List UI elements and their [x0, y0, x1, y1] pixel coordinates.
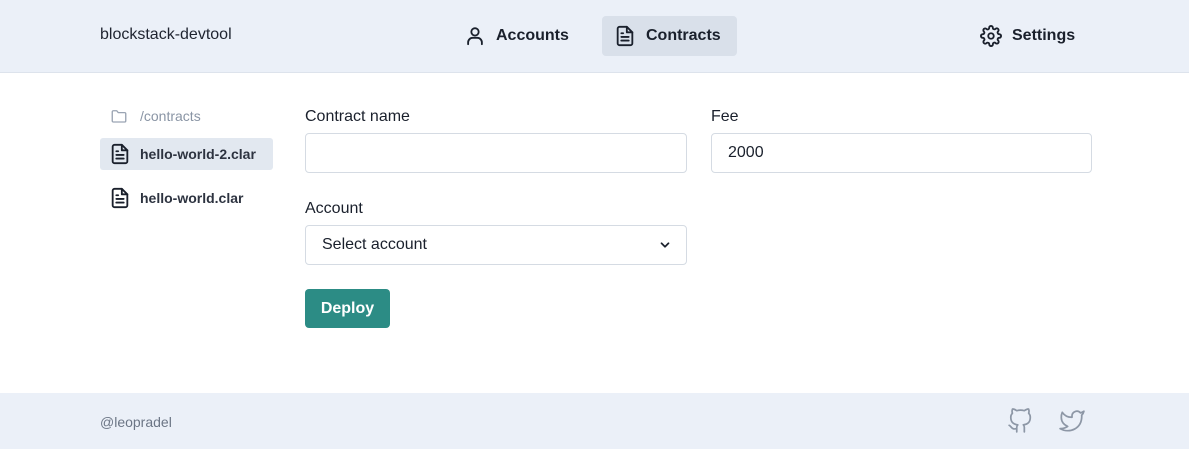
gear-icon: [980, 25, 1002, 47]
sidebar-file-hello-world[interactable]: hello-world.clar: [100, 182, 255, 214]
deploy-button[interactable]: Deploy: [305, 289, 390, 328]
account-label: Account: [305, 200, 363, 217]
fee-label: Fee: [711, 108, 739, 125]
nav-contracts[interactable]: Contracts: [602, 16, 737, 56]
document-icon: [111, 187, 129, 209]
nav-settings[interactable]: Settings: [968, 16, 1087, 56]
twitter-icon[interactable]: [1059, 408, 1085, 434]
document-icon: [111, 143, 129, 165]
app-footer: @leopradel: [0, 393, 1189, 449]
sidebar-root-label: /contracts: [140, 108, 201, 124]
brand-title[interactable]: blockstack-devtool: [100, 26, 232, 44]
account-select[interactable]: Select account: [305, 225, 687, 265]
folder-icon: [111, 110, 127, 123]
contract-name-input[interactable]: [305, 133, 687, 173]
nav-settings-label: Settings: [1012, 27, 1076, 44]
github-icon[interactable]: [1007, 408, 1033, 434]
nav-contracts-label: Contracts: [646, 27, 721, 44]
account-select-value: Select account: [322, 236, 427, 253]
chevron-down-icon: [660, 242, 670, 248]
app-header: blockstack-devtool Accounts Contracts Se…: [0, 0, 1189, 73]
user-icon: [467, 27, 483, 46]
nav-accounts-label: Accounts: [496, 27, 569, 44]
nav-accounts[interactable]: Accounts: [452, 16, 581, 56]
sidebar-file-hello-world-2[interactable]: hello-world-2.clar: [100, 138, 273, 170]
sidebar-file-label: hello-world.clar: [140, 190, 244, 206]
document-icon: [616, 25, 634, 47]
footer-username[interactable]: @leopradel: [100, 414, 172, 430]
sidebar-file-label: hello-world-2.clar: [140, 146, 256, 162]
sidebar-root-folder: /contracts: [100, 104, 201, 128]
fee-input[interactable]: [711, 133, 1092, 173]
contract-name-label: Contract name: [305, 108, 410, 125]
